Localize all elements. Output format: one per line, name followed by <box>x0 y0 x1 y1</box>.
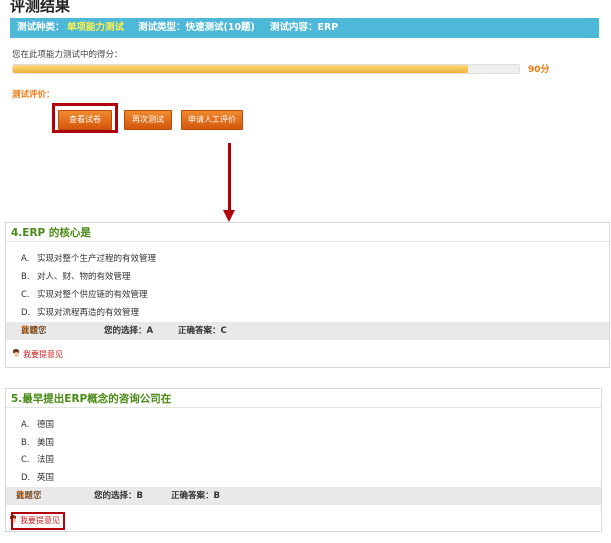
feedback-link[interactable]: 我要提意见 <box>12 349 63 360</box>
your-choice: 您的选择：A <box>104 326 154 336</box>
question-header: 5.最早提出ERP概念的咨询公司在 <box>6 389 601 408</box>
view-paper-button[interactable]: 查看试卷 <box>58 110 112 130</box>
question-title: 4.ERP 的核心是 <box>11 227 91 239</box>
question-title: 5.最早提出ERP概念的咨询公司在 <box>11 393 172 405</box>
score-label: 您在此项能力测试中的得分： <box>12 50 123 60</box>
correct-answer: 正确答案：C <box>178 326 227 336</box>
option-c: C. 实现对整个供应链的有效管理 <box>21 290 148 300</box>
score-value: 90分 <box>528 65 550 75</box>
option-d: D. 实现对流程再造的有效管理 <box>21 308 140 318</box>
manual-review-button[interactable]: 申请人工评价 <box>181 110 243 130</box>
feedback-highlight <box>11 512 65 530</box>
down-arrow-icon <box>228 143 231 211</box>
option-b: B. 对人、财、物的有效管理 <box>21 272 131 282</box>
evaluation-label: 测试评价： <box>12 90 55 100</box>
option-a: A. 实现对整个生产过程的有效管理 <box>21 254 157 264</box>
option-c: C. 法国 <box>21 455 55 465</box>
answer-result-bar: 此题您 答错了 您的选择：A 正确答案：C <box>6 322 609 340</box>
your-choice: 您的选择：B <box>94 491 143 501</box>
question-card: 5.最早提出ERP概念的咨询公司在 A. 德国 B. 美国 C. 法国 D. 英国 此题… <box>5 388 602 532</box>
option-b: B. 美国 <box>21 438 55 448</box>
down-arrow-head-icon <box>223 210 235 222</box>
category-value: 单项能力测试 <box>67 22 125 33</box>
test-summary-bar: 测试种类： 单项能力测试 测试类型：快速测试(10题) 测试内容：ERP <box>10 18 599 38</box>
score-progress-bar <box>12 64 520 74</box>
option-a: A. 德国 <box>21 420 55 430</box>
correct-answer: 正确答案：B <box>171 491 220 501</box>
test-type: 测试类型：快速测试(10题) <box>138 22 255 33</box>
result-status: 此题您 答对了 <box>16 491 42 501</box>
question-card: 4.ERP 的核心是 A. 实现对整个生产过程的有效管理 B. 对人、财、物的有效管… <box>5 222 610 368</box>
answer-result-bar: 此题您 答对了 您的选择：B 正确答案：B <box>6 487 601 505</box>
question-header: 4.ERP 的核心是 <box>6 223 609 242</box>
retest-button[interactable]: 再次测试 <box>124 110 172 130</box>
option-d: D. 英国 <box>21 473 55 483</box>
test-content: 测试内容：ERP <box>270 22 339 33</box>
score-progress-fill <box>13 65 469 73</box>
result-status: 此题您 答错了 <box>21 326 47 336</box>
person-icon <box>12 349 20 358</box>
page-title: 评测结果 <box>10 0 71 15</box>
category-label: 测试种类： <box>17 22 65 33</box>
